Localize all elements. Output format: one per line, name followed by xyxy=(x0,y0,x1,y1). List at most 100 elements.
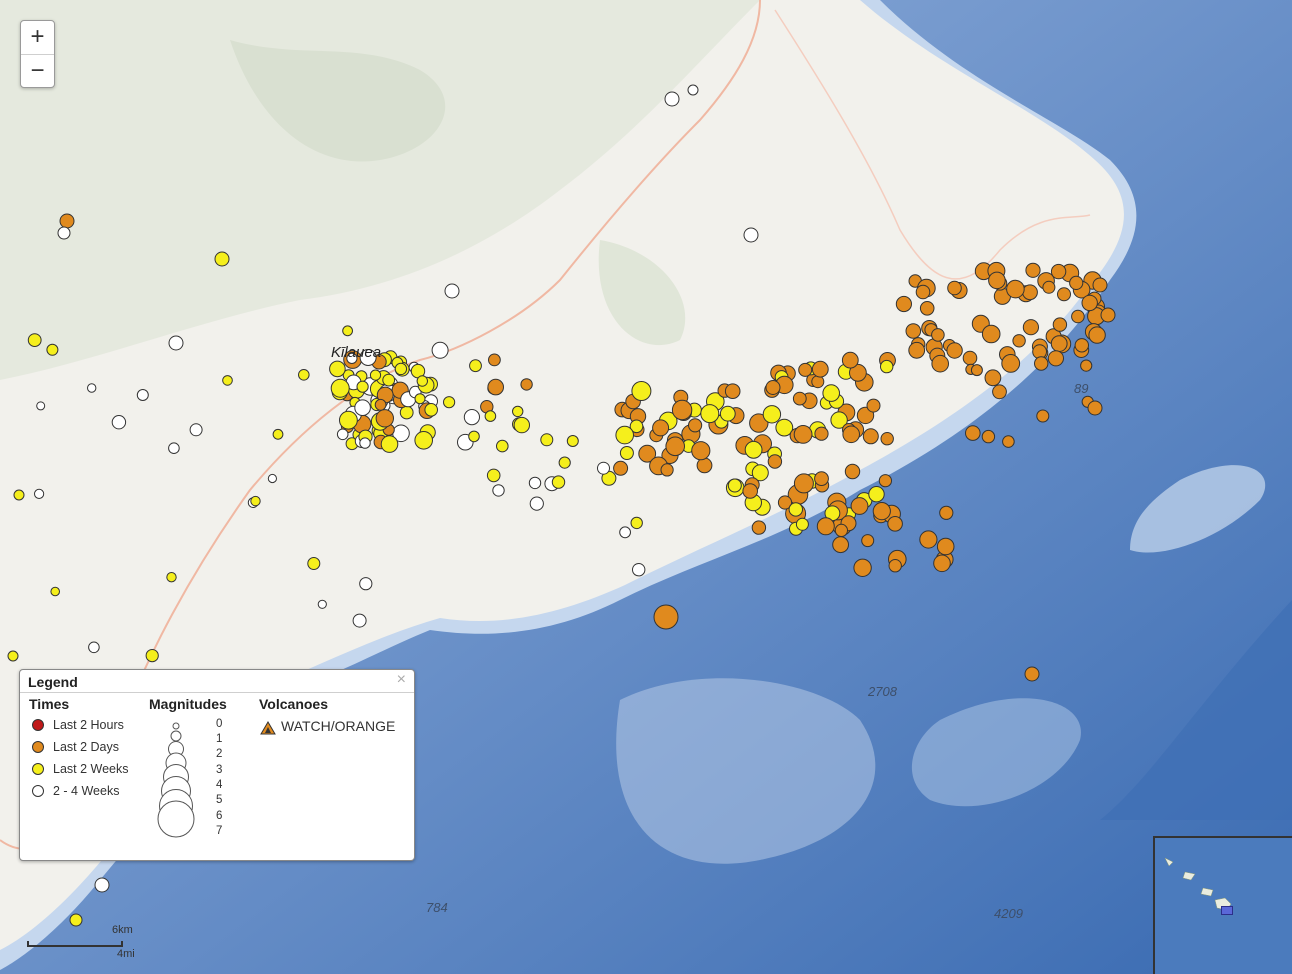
earthquake-marker[interactable] xyxy=(492,484,505,497)
earthquake-marker[interactable] xyxy=(87,383,97,393)
earthquake-marker[interactable] xyxy=(13,489,25,501)
earthquake-marker[interactable] xyxy=(765,380,781,395)
earthquake-marker[interactable] xyxy=(329,360,346,378)
earthquake-marker[interactable] xyxy=(27,333,42,348)
earthquake-marker[interactable] xyxy=(1001,354,1021,373)
earthquake-marker[interactable] xyxy=(1022,319,1040,336)
earthquake-marker[interactable] xyxy=(512,405,524,418)
earthquake-marker[interactable] xyxy=(317,599,327,609)
earthquake-marker[interactable] xyxy=(814,471,829,487)
earthquake-marker[interactable] xyxy=(962,350,978,366)
earthquake-marker[interactable] xyxy=(939,505,954,520)
earthquake-marker[interactable] xyxy=(880,359,894,374)
earthquake-marker[interactable] xyxy=(352,613,367,628)
earthquake-marker[interactable] xyxy=(487,378,505,396)
earthquake-marker[interactable] xyxy=(1071,309,1085,324)
earthquake-marker[interactable] xyxy=(1092,277,1108,293)
legend-close-button[interactable]: × xyxy=(397,671,406,689)
earthquake-marker[interactable] xyxy=(992,384,1007,400)
earthquake-marker[interactable] xyxy=(136,389,149,401)
earthquake-marker[interactable] xyxy=(414,393,426,405)
earthquake-marker[interactable] xyxy=(816,517,835,536)
earthquake-marker[interactable] xyxy=(414,431,434,450)
earthquake-marker[interactable] xyxy=(88,641,100,654)
earthquake-marker[interactable] xyxy=(1047,350,1065,367)
earthquake-marker[interactable] xyxy=(613,460,629,476)
earthquake-marker[interactable] xyxy=(1012,334,1026,348)
earthquake-marker[interactable] xyxy=(1100,307,1116,323)
earthquake-marker[interactable] xyxy=(762,405,782,424)
earthquake-marker[interactable] xyxy=(488,353,501,367)
earthquake-marker[interactable] xyxy=(671,399,693,421)
earthquake-marker[interactable] xyxy=(267,473,277,484)
earthquake-marker[interactable] xyxy=(844,463,861,480)
earthquake-marker[interactable] xyxy=(888,559,902,573)
earthquake-marker[interactable] xyxy=(696,457,713,474)
earthquake-marker[interactable] xyxy=(742,483,759,499)
earthquake-marker[interactable] xyxy=(1025,262,1041,278)
earthquake-marker[interactable] xyxy=(145,649,159,663)
earthquake-marker[interactable] xyxy=(793,425,813,444)
earthquake-marker[interactable] xyxy=(970,364,983,377)
earthquake-marker[interactable] xyxy=(988,271,1006,290)
earthquake-marker[interactable] xyxy=(416,375,428,387)
earthquake-marker[interactable] xyxy=(850,497,869,515)
earthquake-marker[interactable] xyxy=(369,369,382,381)
earthquake-marker[interactable] xyxy=(931,354,950,373)
earthquake-marker[interactable] xyxy=(665,436,686,457)
earthquake-marker[interactable] xyxy=(743,227,759,243)
earthquake-marker[interactable] xyxy=(342,325,354,337)
earthquake-marker[interactable] xyxy=(484,410,497,422)
earthquake-marker[interactable] xyxy=(1057,287,1071,302)
overview-map[interactable] xyxy=(1153,836,1292,974)
earthquake-marker[interactable] xyxy=(811,360,829,378)
earthquake-marker[interactable] xyxy=(36,401,46,411)
earthquake-marker[interactable] xyxy=(630,516,643,530)
earthquake-marker[interactable] xyxy=(566,435,579,447)
earthquake-marker[interactable] xyxy=(965,425,981,441)
earthquake-marker[interactable] xyxy=(788,502,803,517)
earthquake-marker[interactable] xyxy=(1034,356,1049,371)
earthquake-marker[interactable] xyxy=(57,226,71,240)
earthquake-marker[interactable] xyxy=(946,342,963,359)
earthquake-marker[interactable] xyxy=(250,495,261,507)
earthquake-marker[interactable] xyxy=(496,439,509,453)
earthquake-marker[interactable] xyxy=(744,440,763,459)
earthquake-marker[interactable] xyxy=(214,251,230,267)
earthquake-marker[interactable] xyxy=(719,405,736,422)
earthquake-marker[interactable] xyxy=(597,461,610,475)
earthquake-marker[interactable] xyxy=(382,373,396,387)
earthquake-marker[interactable] xyxy=(984,369,1002,387)
earthquake-marker[interactable] xyxy=(751,520,767,535)
earthquake-marker[interactable] xyxy=(861,534,875,548)
earthquake-marker[interactable] xyxy=(330,378,350,398)
earthquake-marker[interactable] xyxy=(1052,317,1068,332)
earthquake-marker[interactable] xyxy=(469,359,482,373)
earthquake-marker[interactable] xyxy=(374,398,387,411)
earthquake-marker[interactable] xyxy=(166,572,177,583)
earthquake-marker[interactable] xyxy=(798,362,813,377)
earthquake-marker[interactable] xyxy=(632,563,646,577)
earthquake-marker[interactable] xyxy=(339,410,358,430)
earthquake-marker[interactable] xyxy=(111,415,127,430)
earthquake-marker[interactable] xyxy=(444,283,460,299)
earthquake-marker[interactable] xyxy=(34,488,45,499)
earthquake-marker[interactable] xyxy=(832,536,849,554)
earthquake-marker[interactable] xyxy=(298,369,310,381)
zoom-in-button[interactable]: + xyxy=(21,21,54,54)
earthquake-marker[interactable] xyxy=(46,343,59,356)
earthquake-marker[interactable] xyxy=(878,474,893,488)
earthquake-marker[interactable] xyxy=(933,554,951,573)
earthquake-marker[interactable] xyxy=(834,523,849,538)
earthquake-marker[interactable] xyxy=(919,301,935,316)
earthquake-marker[interactable] xyxy=(59,213,75,229)
earthquake-marker[interactable] xyxy=(724,383,741,400)
earthquake-marker[interactable] xyxy=(767,454,783,469)
map-view[interactable]: Kīlauea 89 2708 784 4209 + − Legend × Ti… xyxy=(0,0,1292,974)
earthquake-marker[interactable] xyxy=(664,91,680,107)
earthquake-marker[interactable] xyxy=(394,362,408,376)
earthquake-marker[interactable] xyxy=(307,557,321,570)
earthquake-marker[interactable] xyxy=(354,399,371,417)
earthquake-marker[interactable] xyxy=(615,425,635,445)
earthquake-marker[interactable] xyxy=(1087,400,1103,416)
